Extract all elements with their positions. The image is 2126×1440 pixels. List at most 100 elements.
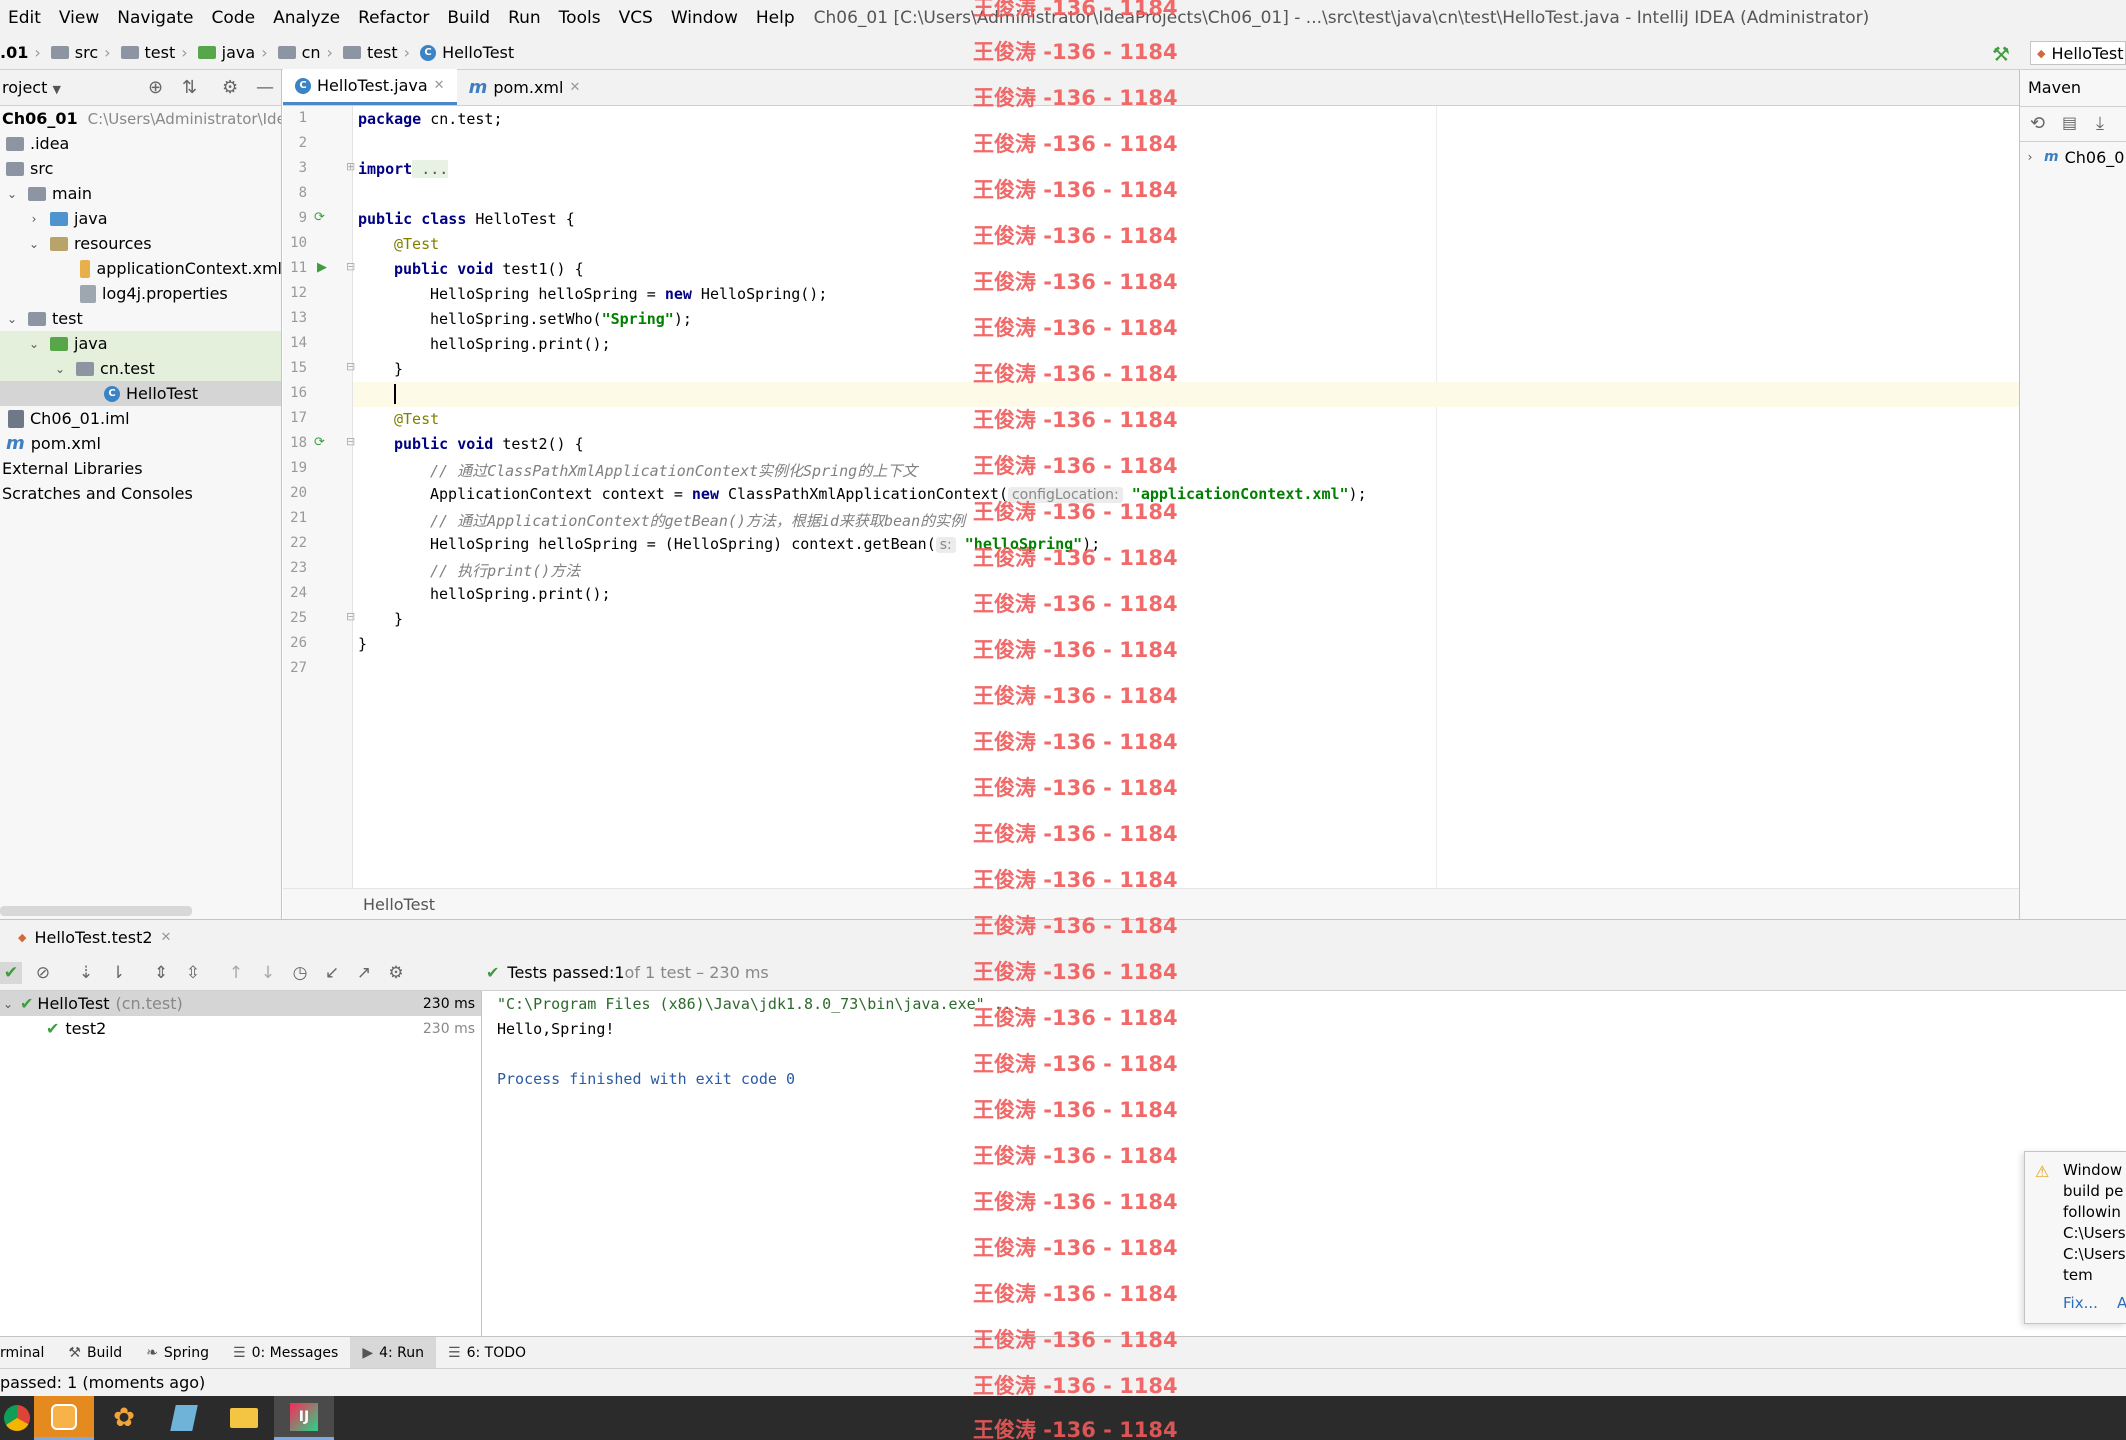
menu-code[interactable]: Code bbox=[203, 8, 265, 28]
fold-icon[interactable]: ⊟ bbox=[346, 435, 355, 448]
add-project-icon[interactable]: ▤ bbox=[2062, 113, 2077, 132]
menu-build[interactable]: Build bbox=[438, 8, 499, 28]
gear-icon[interactable]: ⚙ bbox=[222, 77, 238, 98]
tree-item-main-java[interactable]: › java bbox=[0, 206, 281, 231]
close-icon[interactable]: ✕ bbox=[161, 930, 172, 945]
notification-action-link[interactable]: A bbox=[2117, 1294, 2126, 1312]
maven-project-item[interactable]: › m Ch06_0 bbox=[2020, 144, 2126, 170]
notification-balloon[interactable]: ⚠ Window build pe followin C:\Users C:\U… bbox=[2024, 1151, 2126, 1324]
tree-item-pom[interactable]: m pom.xml bbox=[0, 431, 281, 456]
tree-item-iml[interactable]: Ch06_01.iml bbox=[0, 406, 281, 431]
menu-run[interactable]: Run bbox=[499, 8, 550, 28]
menu-edit[interactable]: Edit bbox=[0, 8, 50, 28]
tab-hellotest-java[interactable]: C HelloTest.java ✕ bbox=[283, 69, 457, 105]
tool-tab-spring[interactable]: ❧ Spring bbox=[134, 1337, 221, 1369]
test-item-test2[interactable]: ✔ test2 230 ms bbox=[0, 1016, 481, 1041]
next-failed-icon[interactable]: ↓ bbox=[257, 962, 279, 984]
taskbar-app-notes[interactable] bbox=[154, 1396, 214, 1440]
expand-all-icon[interactable]: ⇕ bbox=[150, 962, 172, 984]
collapse-all-icon[interactable]: ⇅ bbox=[182, 77, 197, 98]
fold-icon[interactable]: ⊟ bbox=[346, 360, 355, 373]
taskbar-file-explorer[interactable] bbox=[214, 1396, 274, 1440]
run-class-icon[interactable]: ⟳ bbox=[314, 210, 325, 225]
show-passed-icon[interactable]: ✔ bbox=[0, 961, 22, 984]
tool-tab-build[interactable]: ⚒ Build bbox=[56, 1337, 134, 1369]
tree-item-test-java[interactable]: ⌄ java bbox=[0, 331, 281, 356]
menu-vcs[interactable]: VCS bbox=[610, 8, 662, 28]
run-test-icon[interactable]: ⟳ bbox=[314, 435, 325, 450]
folded-imports[interactable]: ... bbox=[412, 160, 449, 178]
chevron-down-icon[interactable]: ⌄ bbox=[52, 362, 68, 376]
close-icon[interactable]: ✕ bbox=[434, 78, 445, 93]
test-item-hellotest[interactable]: ⌄ ✔ HelloTest (cn.test) 230 ms bbox=[0, 991, 481, 1016]
menu-refactor[interactable]: Refactor bbox=[349, 8, 438, 28]
console-output[interactable] bbox=[483, 991, 2126, 1336]
status-message[interactable]: passed: 1 (moments ago) bbox=[0, 1373, 205, 1392]
fold-icon[interactable]: ⊞ bbox=[346, 160, 355, 173]
reload-icon[interactable]: ⟲ bbox=[2030, 113, 2045, 134]
fix-link[interactable]: Fix... bbox=[2063, 1294, 2098, 1312]
taskbar-app-orange[interactable] bbox=[34, 1396, 94, 1440]
chevron-down-icon[interactable]: ⌄ bbox=[26, 337, 42, 351]
tree-item-idea[interactable]: .idea bbox=[0, 131, 281, 156]
tool-tab-messages[interactable]: ☰ 0: Messages bbox=[221, 1337, 350, 1369]
crumb-src[interactable]: src › bbox=[41, 43, 111, 62]
menu-tools[interactable]: Tools bbox=[550, 8, 610, 28]
tree-item-hellotest[interactable]: C HelloTest bbox=[0, 381, 281, 406]
tree-item-resources[interactable]: ⌄ resources bbox=[0, 231, 281, 256]
tree-item-external-libraries[interactable]: External Libraries bbox=[0, 456, 281, 481]
fold-icon[interactable]: ⊟ bbox=[346, 260, 355, 273]
menu-help[interactable]: Help bbox=[747, 8, 804, 28]
crumb-project[interactable]: .01 › bbox=[0, 43, 41, 62]
collapse-all-icon[interactable]: ⇳ bbox=[182, 962, 204, 984]
horizontal-scrollbar[interactable] bbox=[0, 906, 192, 916]
hammer-icon[interactable]: ⚒ bbox=[1992, 42, 2010, 66]
tool-tab-terminal[interactable]: rminal bbox=[0, 1337, 56, 1369]
tool-tab-todo[interactable]: ☰ 6: TODO bbox=[436, 1337, 538, 1369]
gear-icon[interactable]: ⚙ bbox=[385, 962, 407, 984]
tree-item-test[interactable]: ⌄ test bbox=[0, 306, 281, 331]
tool-tab-run[interactable]: ▶ 4: Run bbox=[350, 1336, 437, 1369]
menu-analyze[interactable]: Analyze bbox=[264, 8, 349, 28]
crumb-java[interactable]: java › bbox=[188, 43, 268, 62]
crumb-hellotest[interactable]: C HelloTest bbox=[410, 43, 514, 62]
taskbar-intellij[interactable]: IJ bbox=[274, 1396, 334, 1440]
chevron-down-icon[interactable]: ⌄ bbox=[4, 187, 20, 201]
tab-pom-xml[interactable]: m pom.xml ✕ bbox=[457, 69, 593, 105]
breadcrumb-class[interactable]: HelloTest bbox=[363, 895, 435, 914]
crumb-cn[interactable]: cn › bbox=[268, 43, 333, 62]
project-view-selector[interactable]: roject ▼ bbox=[2, 78, 61, 97]
fold-icon[interactable]: ⊟ bbox=[346, 610, 355, 623]
run-test-icon[interactable]: ▶ bbox=[317, 260, 327, 275]
tree-item-scratches[interactable]: Scratches and Consoles bbox=[0, 481, 281, 506]
sort-by-duration-icon[interactable]: ⇂ bbox=[107, 962, 129, 984]
chevron-down-icon[interactable]: ⌄ bbox=[0, 997, 16, 1011]
test-history-icon[interactable]: ◷ bbox=[289, 962, 311, 984]
previous-failed-icon[interactable]: ↑ bbox=[225, 962, 247, 984]
crumb-test[interactable]: test › bbox=[111, 43, 188, 62]
run-tab[interactable]: ◆ HelloTest.test2 ✕ bbox=[18, 928, 171, 947]
tree-item-main[interactable]: ⌄ main bbox=[0, 181, 281, 206]
tree-item-root[interactable]: Ch06_01 C:\Users\Administrator\IdeaP bbox=[0, 106, 281, 131]
menu-window[interactable]: Window bbox=[662, 8, 747, 28]
taskbar-app-color[interactable]: ✿ bbox=[94, 1396, 154, 1440]
menu-navigate[interactable]: Navigate bbox=[108, 8, 202, 28]
chevron-down-icon[interactable]: ⌄ bbox=[4, 312, 20, 326]
chevron-right-icon[interactable]: › bbox=[2022, 150, 2038, 164]
tree-item-log4j[interactable]: log4j.properties bbox=[0, 281, 281, 306]
tree-item-src[interactable]: src bbox=[0, 156, 281, 181]
close-icon[interactable]: ✕ bbox=[569, 80, 580, 95]
tree-item-application-context[interactable]: applicationContext.xml bbox=[0, 256, 281, 281]
run-config-selector[interactable]: ◆ HelloTest bbox=[2030, 41, 2126, 65]
tree-item-cn-test[interactable]: ⌄ cn.test bbox=[0, 356, 281, 381]
chevron-down-icon[interactable]: ⌄ bbox=[26, 237, 42, 251]
sort-alphabetically-icon[interactable]: ⇣ bbox=[75, 962, 97, 984]
export-tests-icon[interactable]: ↗ bbox=[353, 962, 375, 984]
download-icon[interactable]: ⤓ bbox=[2096, 113, 2104, 134]
taskbar-chrome[interactable] bbox=[0, 1396, 34, 1440]
import-tests-icon[interactable]: ↙ bbox=[321, 962, 343, 984]
menu-view[interactable]: View bbox=[50, 8, 108, 28]
crumb-test-package[interactable]: test › bbox=[333, 43, 410, 62]
chevron-right-icon[interactable]: › bbox=[26, 212, 42, 226]
locate-icon[interactable]: ⊕ bbox=[148, 77, 163, 98]
